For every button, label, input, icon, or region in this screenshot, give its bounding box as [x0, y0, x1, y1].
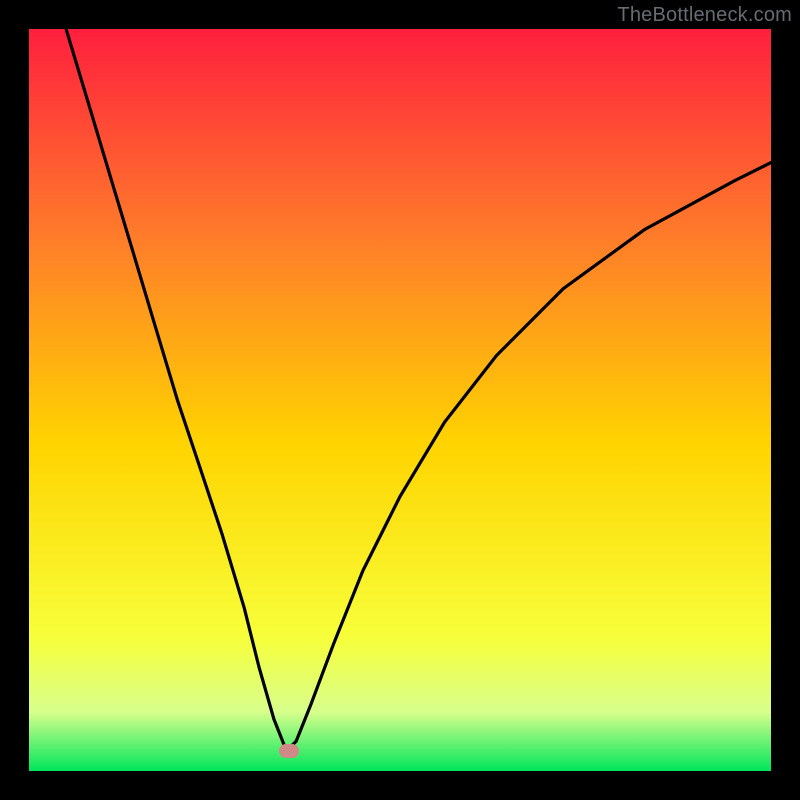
gradient-bg [29, 29, 771, 771]
plot-area [29, 29, 771, 771]
optimal-point-marker [279, 744, 299, 758]
plot-svg [29, 29, 771, 771]
watermark-text: TheBottleneck.com [617, 4, 792, 27]
chart-frame: TheBottleneck.com [0, 0, 800, 800]
